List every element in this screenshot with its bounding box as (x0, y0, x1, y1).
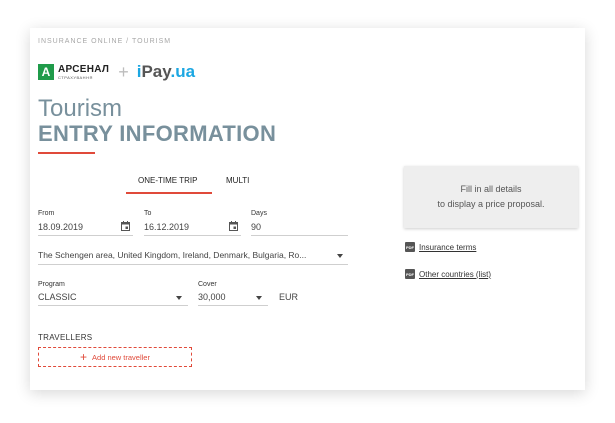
insurance-terms-link[interactable]: PDF Insurance terms (405, 242, 476, 252)
tab-multi[interactable]: MULTI (226, 176, 249, 185)
tab-one-time-trip[interactable]: ONE-TIME TRIP (138, 176, 197, 185)
page-subtitle: ENTRY INFORMATION (38, 121, 277, 146)
cover-underline (198, 305, 268, 306)
active-tab-indicator (126, 192, 212, 194)
page-title: Tourism (38, 95, 123, 122)
arsenal-logo-mark: A (38, 64, 54, 80)
arsenal-subtitle: СТРАХУВАННЯ (58, 74, 93, 80)
territory-underline (38, 264, 348, 265)
program-select[interactable]: CLASSIC (38, 292, 77, 302)
logo-separator: + (118, 61, 129, 82)
arsenal-logo-text: АРСЕНАЛ СТРАХУВАННЯ (58, 63, 110, 80)
title-underline (38, 152, 95, 154)
partner-logos: A АРСЕНАЛ СТРАХУВАННЯ + iPay.ua (38, 62, 195, 82)
dropdown-caret-icon[interactable] (337, 254, 343, 258)
days-underline (251, 235, 348, 236)
from-label: From (38, 210, 55, 217)
to-label: To (144, 210, 152, 217)
from-date-input[interactable]: 18.09.2019 (38, 222, 83, 232)
price-box-line-2: to display a price proposal. (437, 199, 545, 209)
ipay-logo-pay: Pay (141, 62, 171, 81)
pdf-icon: PDF (405, 269, 415, 279)
days-label: Days (251, 210, 267, 217)
program-label: Program (38, 281, 65, 288)
insurance-terms-text[interactable]: Insurance terms (419, 243, 476, 252)
breadcrumb: INSURANCE ONLINE / TOURISM (38, 38, 172, 45)
other-countries-link[interactable]: PDF Other countries (list) (405, 269, 491, 279)
currency-label: EUR (279, 292, 299, 302)
calendar-icon[interactable] (121, 221, 130, 231)
ipay-logo: iPay.ua (137, 62, 195, 82)
other-countries-text[interactable]: Other countries (list) (419, 270, 491, 279)
days-input[interactable]: 90 (251, 222, 261, 232)
plus-icon: + (80, 350, 88, 364)
from-underline (38, 235, 133, 236)
price-box-line-1: Fill in all details (460, 184, 522, 194)
arsenal-name: АРСЕНАЛ (58, 63, 110, 75)
cover-select[interactable]: 30,000 (198, 292, 226, 302)
to-underline (144, 235, 241, 236)
territory-select[interactable]: The Schengen area, United Kingdom, Irela… (38, 250, 306, 260)
travellers-heading: TRAVELLERS (38, 333, 93, 342)
dropdown-caret-icon[interactable] (256, 296, 262, 300)
add-traveller-label: Add new traveller (92, 352, 150, 362)
add-traveller-button[interactable]: + Add new traveller (38, 347, 192, 367)
calendar-icon[interactable] (229, 221, 238, 231)
ipay-logo-ua: .ua (170, 62, 196, 81)
insurance-card: INSURANCE ONLINE / TOURISM A АРСЕНАЛ СТР… (30, 28, 585, 390)
cover-label: Cover (198, 281, 217, 288)
to-date-input[interactable]: 16.12.2019 (144, 222, 189, 232)
program-underline (38, 305, 188, 306)
price-proposal-box: Fill in all details to display a price p… (404, 166, 578, 228)
pdf-icon: PDF (405, 242, 415, 252)
dropdown-caret-icon[interactable] (176, 296, 182, 300)
